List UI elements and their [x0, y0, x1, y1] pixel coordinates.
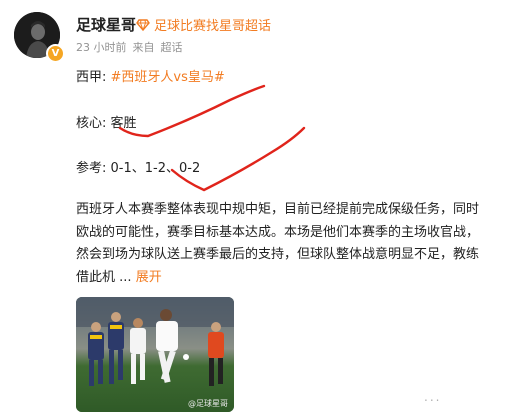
league-label: 西甲: [76, 70, 107, 85]
diamond-icon [136, 18, 150, 31]
paragraph-line: 然会到场为球队送上赛季最后的支持，但球队整体战意明显不足，教练 [76, 247, 480, 262]
post-image[interactable]: @足球星哥 [76, 297, 234, 412]
paragraph-line: 借此机 [76, 269, 116, 285]
more-options-icon[interactable]: ... [424, 390, 441, 404]
paragraph-line-last: 借此机 ... 展开 [76, 267, 508, 290]
username[interactable]: 足球星哥 [76, 14, 136, 35]
source-label: 来自 [132, 41, 155, 54]
image-watermark: @足球星哥 [188, 399, 228, 408]
core-pick-line: 核心: 客胜 [76, 116, 137, 131]
post-paragraph: 西班牙人本赛季整体表现中规中矩，目前已经提前完成保级任务，同时 欧战的可能性，赛… [76, 199, 508, 289]
paragraph-line: 西班牙人本赛季整体表现中规中矩，目前已经提前完成保级任务，同时 [76, 202, 480, 217]
badge-label: 足球比赛找星哥超话 [154, 19, 272, 34]
expand-link[interactable]: 展开 [136, 270, 162, 285]
football-match-image [76, 297, 234, 412]
source-name[interactable]: 超话 [161, 39, 183, 55]
post-meta: 23 小时前 来自 超话 [76, 39, 183, 55]
super-topic-badge[interactable]: 足球比赛找星哥超话 [136, 15, 271, 34]
ellipsis: ... [119, 269, 132, 285]
reference-scores-line: 参考: 0-1、1-2、0-2 [76, 161, 201, 176]
match-hashtag[interactable]: #西班牙人vs皇马# [111, 70, 225, 85]
post-time: 23 小时前 [76, 41, 127, 54]
paragraph-line: 欧战的可能性，赛季目标基本达成。本场是他们本赛季的主场收官战， [76, 224, 480, 240]
league-line: 西甲: #西班牙人vs皇马# [76, 66, 225, 85]
verified-badge-icon: V [46, 44, 65, 63]
